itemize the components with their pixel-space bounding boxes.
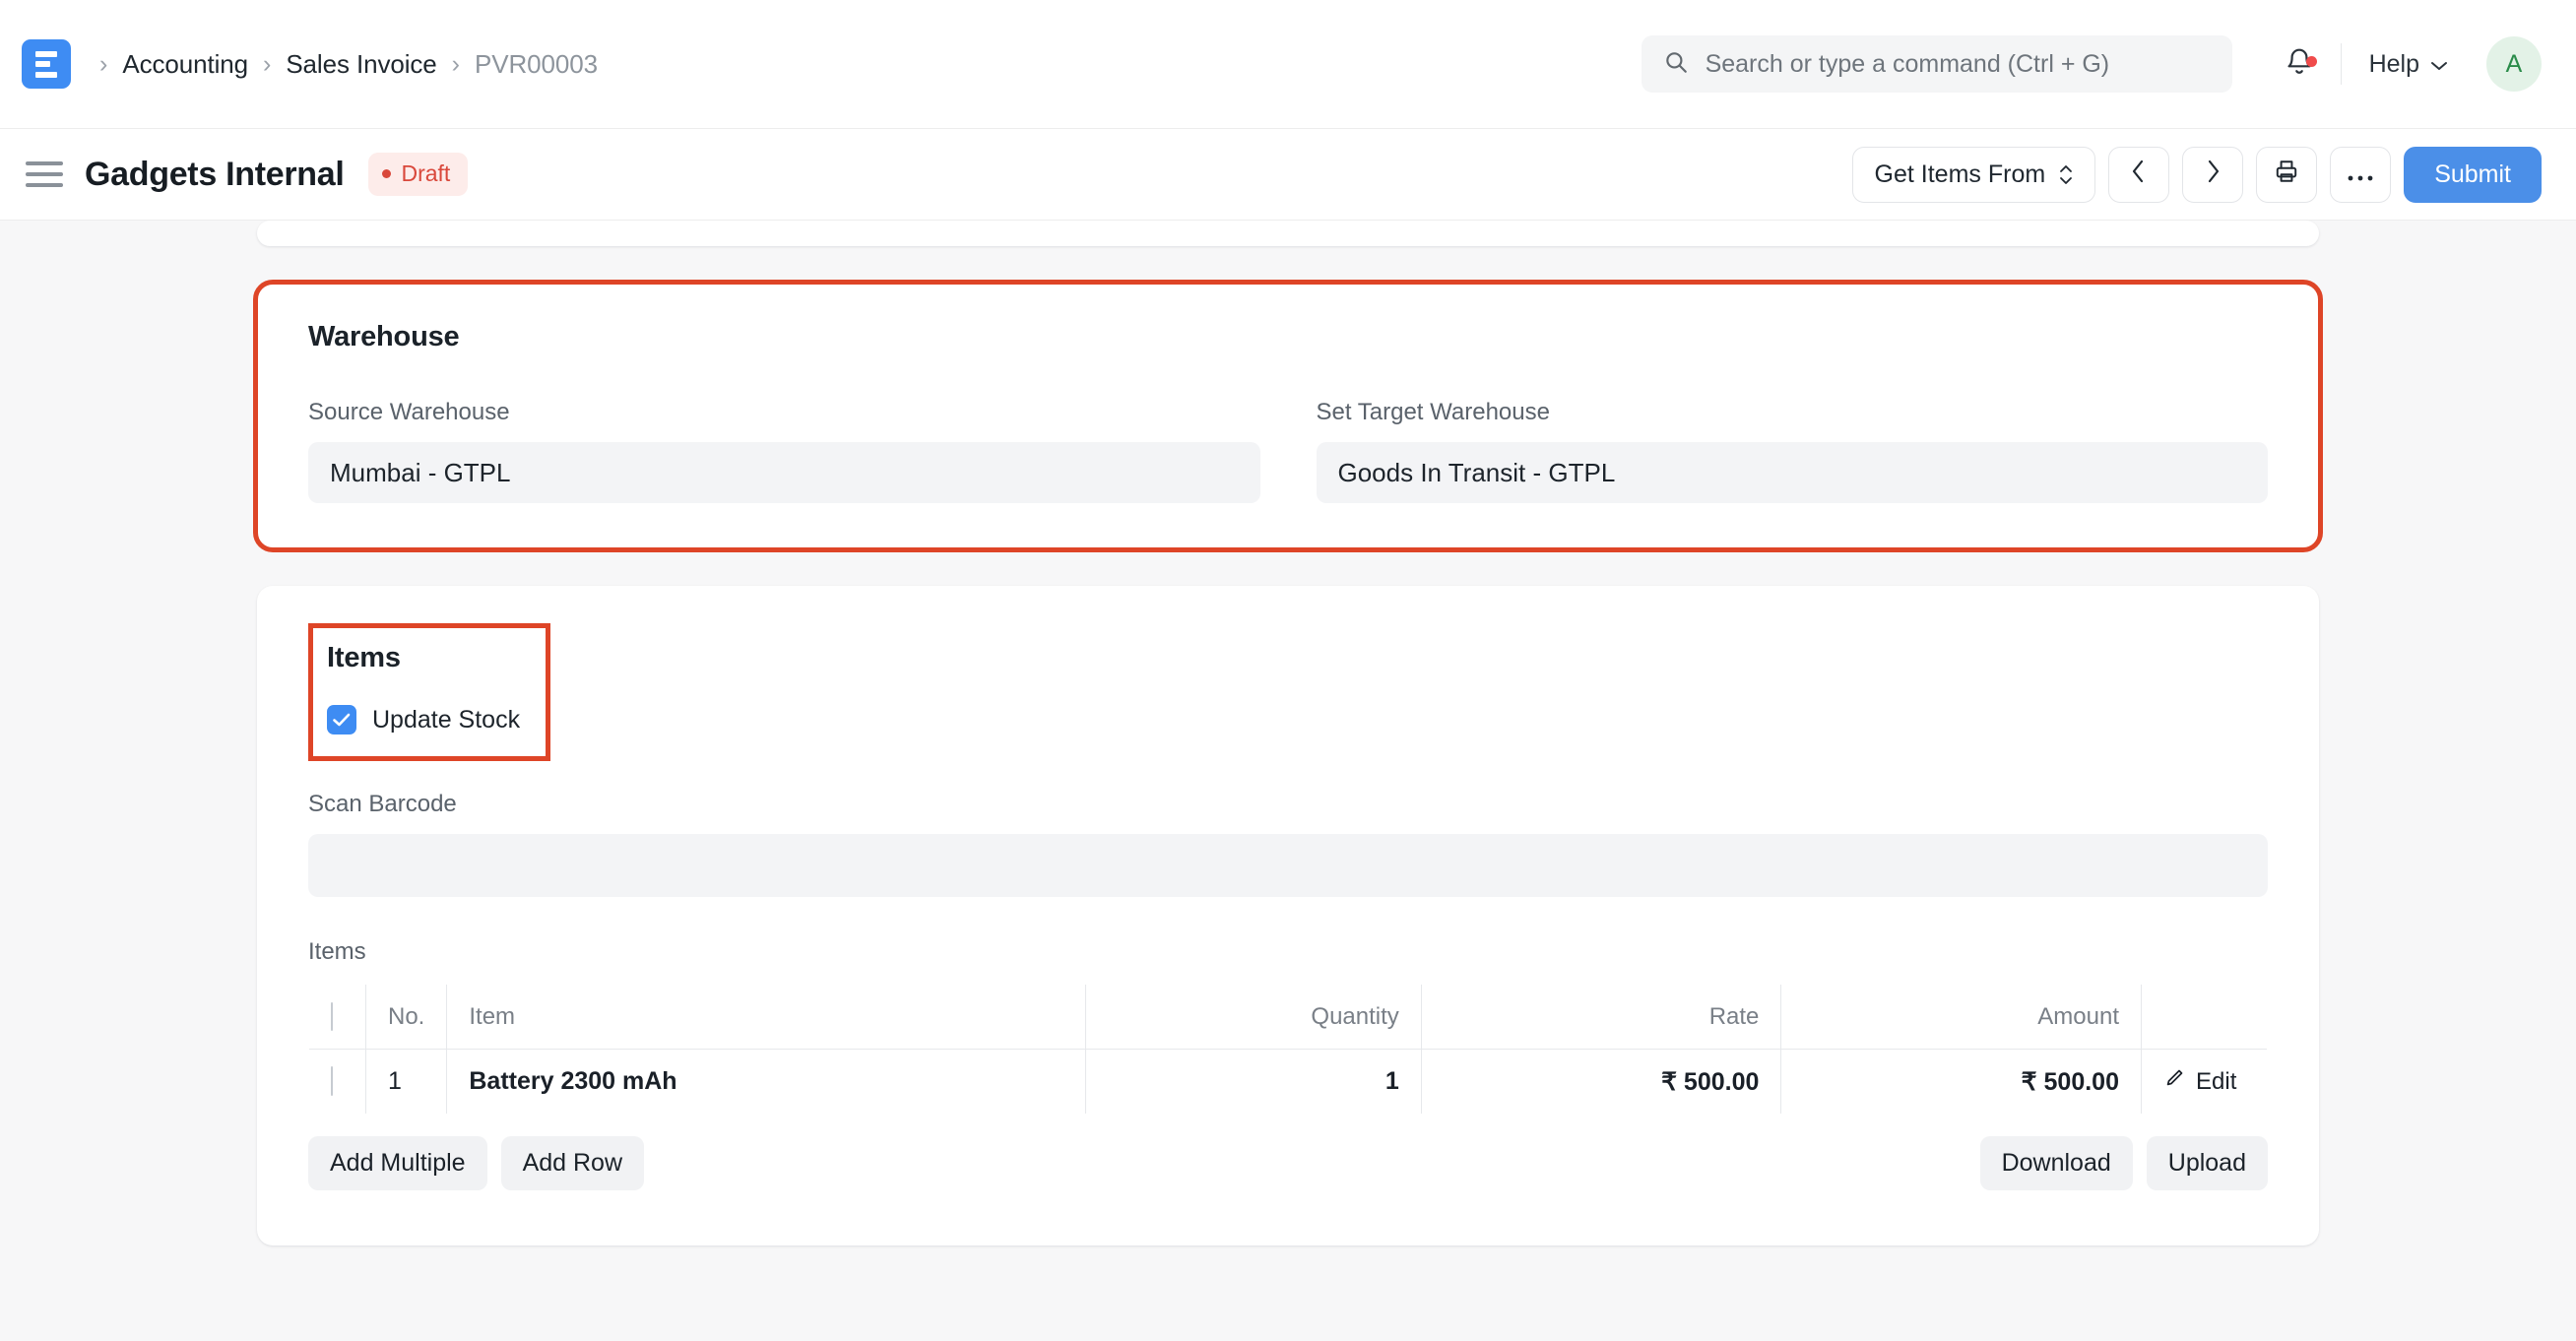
items-table-body: 1 Battery 2300 mAh 1 ₹ 500.00 ₹ 500.00 — [309, 1050, 2268, 1115]
breadcrumb-item-accounting[interactable]: Accounting — [122, 49, 248, 80]
row-edit-cell[interactable]: Edit — [2142, 1050, 2268, 1115]
items-grid-label: Items — [308, 938, 2268, 966]
column-header-item: Item — [447, 985, 1086, 1050]
scan-barcode-label: Scan Barcode — [308, 791, 2268, 818]
items-section-title: Items — [327, 642, 520, 674]
scan-barcode-field: Scan Barcode — [308, 791, 2268, 897]
avatar-initial: A — [2506, 50, 2523, 79]
warehouse-section-card: Warehouse Source Warehouse Mumbai - GTPL… — [257, 284, 2319, 548]
more-options-button[interactable] — [2330, 147, 2391, 203]
update-stock-field[interactable]: Update Stock — [327, 705, 520, 734]
chevron-right-icon: › — [99, 52, 107, 77]
select-all-cell[interactable] — [309, 985, 366, 1050]
row-select-checkbox[interactable] — [331, 1066, 333, 1096]
breadcrumb-item-sales-invoice[interactable]: Sales Invoice — [286, 49, 436, 80]
target-warehouse-field: Set Target Warehouse Goods In Transit - … — [1317, 399, 2269, 503]
warehouse-section-title: Warehouse — [308, 321, 2268, 353]
items-table: No. Item Quantity Rate Amount 1 Battery … — [308, 984, 2268, 1115]
status-dot-icon — [382, 169, 391, 178]
add-row-button[interactable]: Add Row — [501, 1136, 644, 1190]
ellipsis-icon — [2347, 160, 2374, 189]
search-icon — [1663, 49, 1689, 80]
submit-button[interactable]: Submit — [2404, 147, 2542, 203]
previous-document-button[interactable] — [2108, 147, 2169, 203]
submit-label: Submit — [2434, 160, 2511, 189]
notifications-button[interactable] — [2262, 46, 2337, 83]
search-placeholder: Search or type a command (Ctrl + G) — [1706, 50, 2110, 79]
items-table-actions: Add Multiple Add Row Download Upload — [308, 1136, 2268, 1190]
chevron-left-icon — [2130, 158, 2148, 192]
download-button[interactable]: Download — [1980, 1136, 2133, 1190]
user-avatar[interactable]: A — [2486, 36, 2542, 92]
chevron-right-icon — [2204, 158, 2222, 192]
pencil-icon — [2163, 1067, 2185, 1096]
row-amount[interactable]: ₹ 500.00 — [1781, 1050, 2142, 1115]
items-table-head: No. Item Quantity Rate Amount — [309, 985, 2268, 1050]
help-menu-button[interactable]: Help — [2346, 50, 2473, 79]
top-navbar: › Accounting › Sales Invoice › PVR00003 … — [0, 0, 2576, 129]
printer-icon — [2274, 159, 2299, 191]
items-header-highlight-box: Items Update Stock — [308, 623, 550, 761]
update-stock-checkbox[interactable] — [327, 705, 356, 734]
table-row[interactable]: 1 Battery 2300 mAh 1 ₹ 500.00 ₹ 500.00 — [309, 1050, 2268, 1115]
document-toolbar: Gadgets Internal Draft Get Items From — [0, 129, 2576, 221]
global-search[interactable]: Search or type a command (Ctrl + G) — [1642, 35, 2232, 93]
breadcrumb-item-current-doc: PVR00003 — [475, 49, 598, 80]
row-rate[interactable]: ₹ 500.00 — [1421, 1050, 1781, 1115]
column-header-actions — [2142, 985, 2268, 1050]
upload-button[interactable]: Upload — [2147, 1136, 2268, 1190]
update-stock-label: Update Stock — [372, 706, 520, 734]
print-button[interactable] — [2256, 147, 2317, 203]
select-all-checkbox[interactable] — [331, 1002, 333, 1031]
row-quantity[interactable]: 1 — [1086, 1050, 1421, 1115]
scan-barcode-input[interactable] — [308, 834, 2268, 897]
notification-unread-dot — [2306, 56, 2317, 67]
row-item-name[interactable]: Battery 2300 mAh — [447, 1050, 1086, 1115]
table-header-row: No. Item Quantity Rate Amount — [309, 985, 2268, 1050]
navbar-right-group: Search or type a command (Ctrl + G) Help… — [1642, 35, 2542, 93]
sidebar-toggle-icon[interactable] — [22, 161, 63, 187]
erpnext-e-glyph — [35, 51, 57, 78]
source-warehouse-input[interactable]: Mumbai - GTPL — [308, 442, 1260, 503]
toolbar-actions: Get Items From — [1852, 147, 2542, 203]
chevron-right-icon: › — [452, 52, 460, 77]
chevron-right-icon: › — [263, 52, 271, 77]
help-label: Help — [2369, 50, 2419, 79]
edit-row-button[interactable]: Edit — [2163, 1067, 2245, 1096]
chevron-down-icon — [2429, 50, 2449, 79]
row-select-cell[interactable] — [309, 1050, 366, 1115]
get-items-from-label: Get Items From — [1875, 160, 2046, 189]
source-warehouse-field: Source Warehouse Mumbai - GTPL — [308, 399, 1260, 503]
status-badge: Draft — [368, 153, 468, 196]
page-title: Gadgets Internal — [85, 156, 344, 194]
document-body: Warehouse Source Warehouse Mumbai - GTPL… — [0, 221, 2576, 1341]
breadcrumb: › Accounting › Sales Invoice › PVR00003 — [85, 49, 598, 80]
next-document-button[interactable] — [2182, 147, 2243, 203]
column-header-no: No. — [366, 985, 447, 1050]
previous-section-card-partial — [257, 221, 2319, 246]
status-label: Draft — [401, 160, 450, 187]
items-section-card: Items Update Stock Scan Barcode Items — [257, 586, 2319, 1245]
items-table-actions-left: Add Multiple Add Row — [308, 1136, 644, 1190]
column-header-amount: Amount — [1781, 985, 2142, 1050]
source-warehouse-label: Source Warehouse — [308, 399, 1260, 426]
target-warehouse-label: Set Target Warehouse — [1317, 399, 2269, 426]
row-number: 1 — [366, 1050, 447, 1115]
warehouse-fields-grid: Source Warehouse Mumbai - GTPL Set Targe… — [308, 399, 2268, 503]
column-header-quantity: Quantity — [1086, 985, 1421, 1050]
target-warehouse-input[interactable]: Goods In Transit - GTPL — [1317, 442, 2269, 503]
navbar-divider — [2341, 43, 2342, 85]
select-arrows-icon — [2059, 164, 2073, 185]
column-header-rate: Rate — [1421, 985, 1781, 1050]
add-multiple-button[interactable]: Add Multiple — [308, 1136, 487, 1190]
app-logo-icon[interactable] — [22, 39, 71, 89]
get-items-from-dropdown[interactable]: Get Items From — [1852, 147, 2096, 203]
items-table-actions-right: Download Upload — [1980, 1136, 2268, 1190]
edit-label: Edit — [2196, 1068, 2236, 1096]
